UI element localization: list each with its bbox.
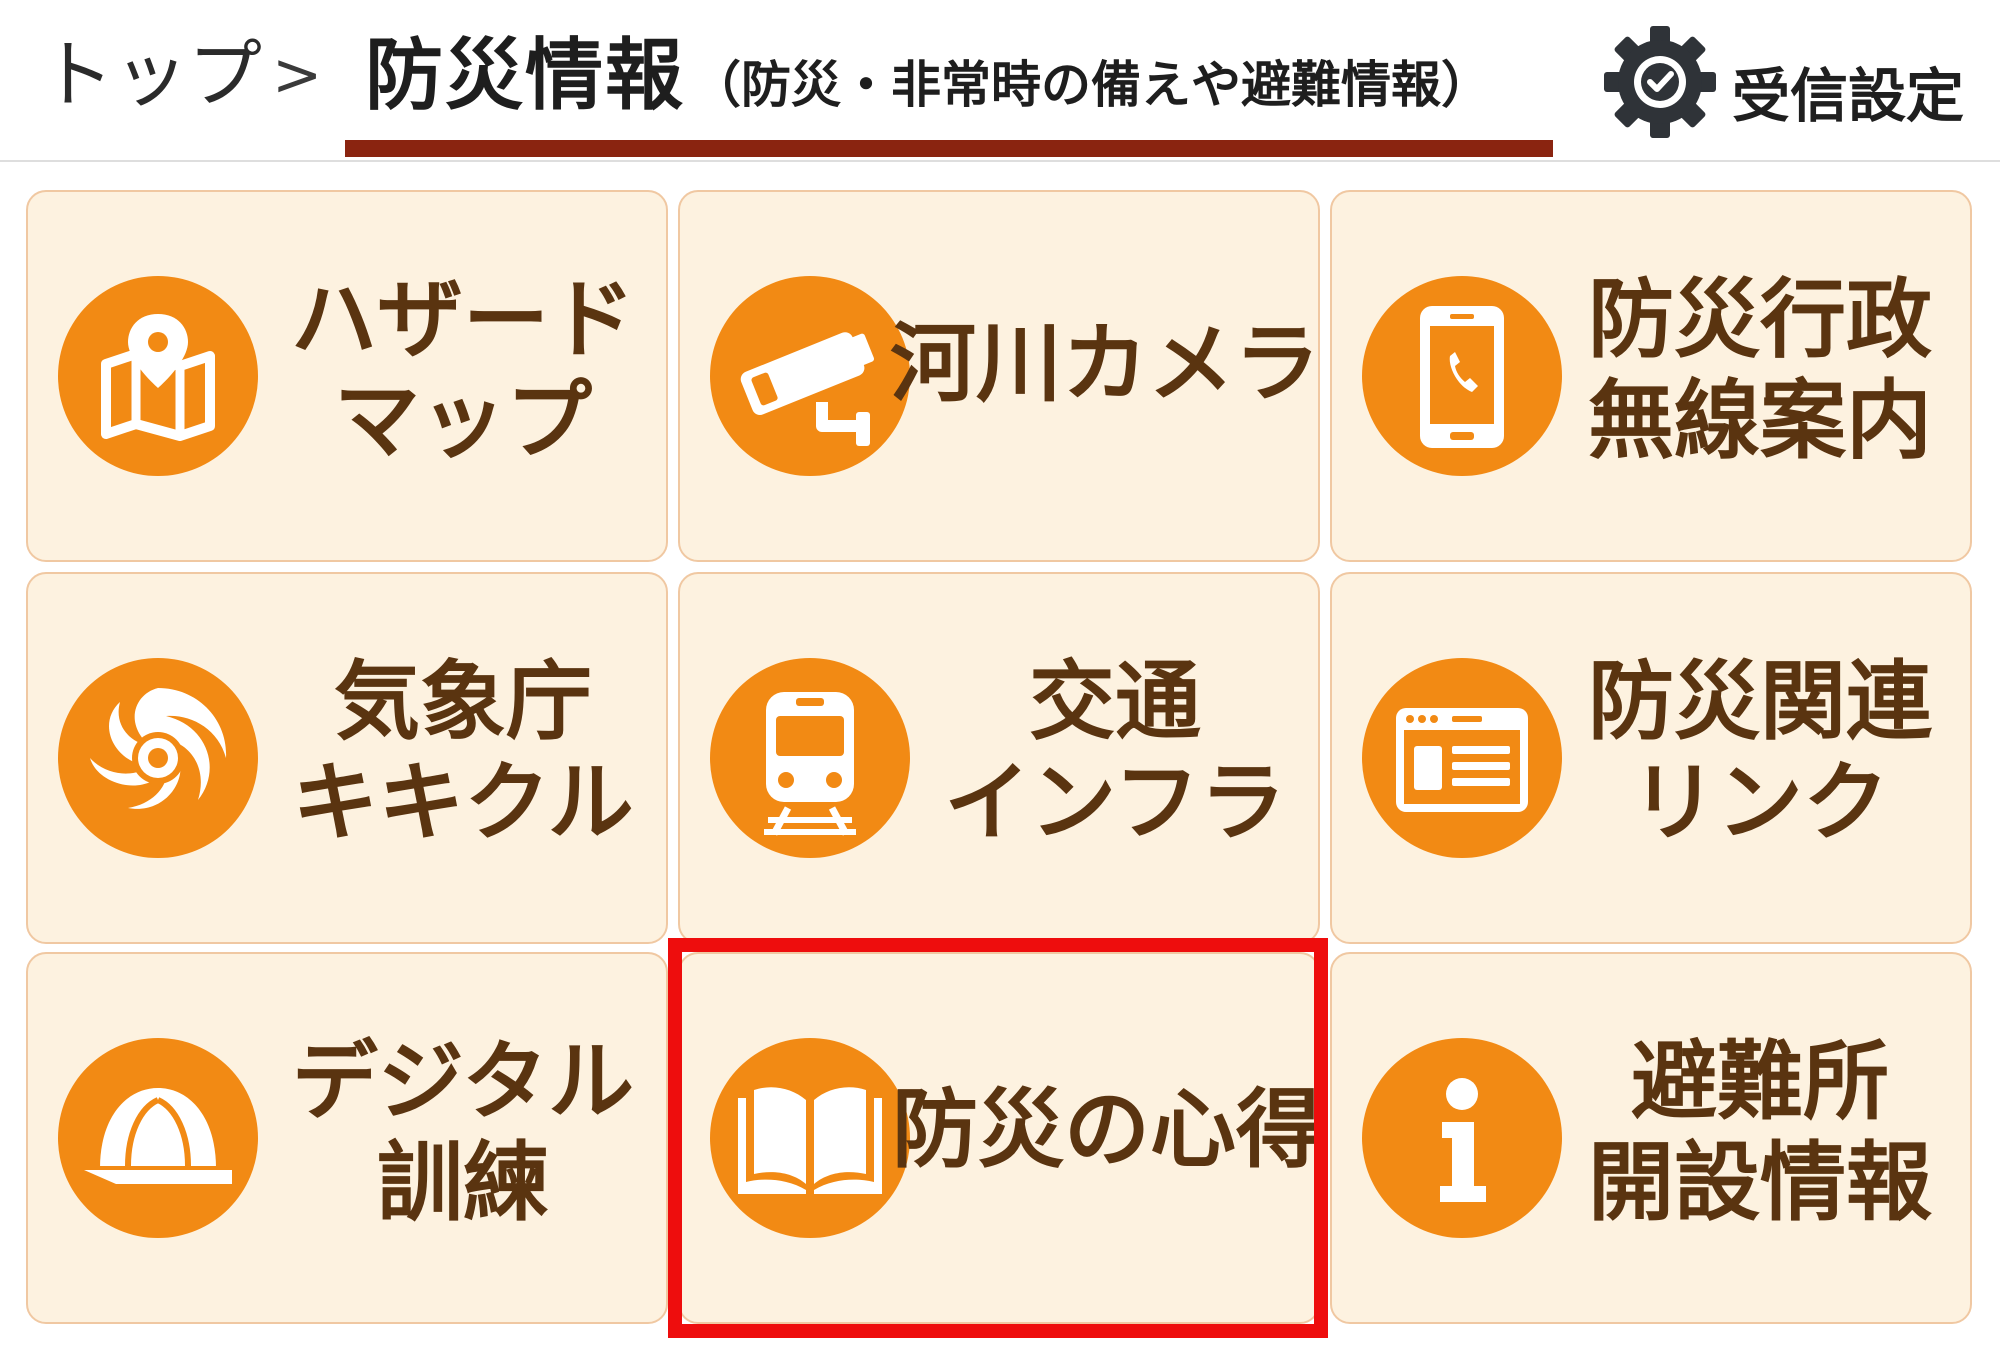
- header-divider: [0, 160, 2000, 162]
- tile-shelter-opening-info[interactable]: 避難所 開設情報: [1330, 952, 1972, 1324]
- tile-label: 交通 インフラ: [944, 652, 1286, 854]
- receive-settings-label: 受信設定: [1732, 62, 1965, 130]
- info-icon: [1362, 1038, 1562, 1238]
- smartphone-call-icon: [1362, 276, 1562, 476]
- helmet-icon: [58, 1038, 258, 1238]
- tile-label: 防災関連 リンク: [1588, 652, 1932, 854]
- menu-grid: ハザード マップ 河川カメラ 防災行政 無線案内 気象庁 キキクル 交通 インフ…: [0, 170, 2000, 1349]
- tile-label: 気象庁 キキクル: [292, 652, 634, 854]
- gear-check-icon: [1604, 26, 1716, 138]
- tile-digital-training[interactable]: デジタル 訓練: [26, 952, 668, 1324]
- map-pin-icon: [58, 276, 258, 476]
- header-bar: トップ > 防災情報 （防災・非常時の備えや避難情報） 受信設定: [0, 0, 2000, 160]
- tile-disaster-preparedness[interactable]: 防災の心得: [678, 952, 1322, 1324]
- tile-label: デジタル 訓練: [291, 1032, 635, 1234]
- tile-label: 防災の心得: [892, 1080, 1322, 1180]
- tile-hazard-map[interactable]: ハザード マップ: [26, 190, 668, 562]
- page-title: 防災情報: [365, 31, 686, 121]
- breadcrumb-top-link[interactable]: トップ: [40, 30, 262, 120]
- tile-traffic-infrastructure[interactable]: 交通 インフラ: [678, 572, 1320, 944]
- browser-window-icon: [1362, 658, 1562, 858]
- tile-disaster-radio-guide[interactable]: 防災行政 無線案内: [1330, 190, 1972, 562]
- typhoon-icon: [58, 658, 258, 858]
- receive-settings-button[interactable]: 受信設定: [1600, 22, 1970, 142]
- tile-label: 河川カメラ: [890, 314, 1320, 414]
- open-book-icon: [710, 1038, 910, 1238]
- active-tab-underline: [345, 140, 1553, 157]
- security-camera-icon: [710, 276, 910, 476]
- breadcrumb-current-page: 防災情報 （防災・非常時の備えや避難情報）: [365, 28, 1491, 124]
- tile-label: ハザード マップ: [291, 270, 635, 472]
- train-icon: [710, 658, 910, 858]
- tile-label: 防災行政 無線案内: [1588, 270, 1932, 472]
- tile-river-camera[interactable]: 河川カメラ: [678, 190, 1320, 562]
- tile-label: 避難所 開設情報: [1588, 1032, 1932, 1234]
- breadcrumb-separator: >: [272, 40, 323, 110]
- tile-disaster-related-links[interactable]: 防災関連 リンク: [1330, 572, 1972, 944]
- page-subtitle: （防災・非常時の備えや避難情報）: [691, 56, 1492, 114]
- tile-jma-kikikuru[interactable]: 気象庁 キキクル: [26, 572, 668, 944]
